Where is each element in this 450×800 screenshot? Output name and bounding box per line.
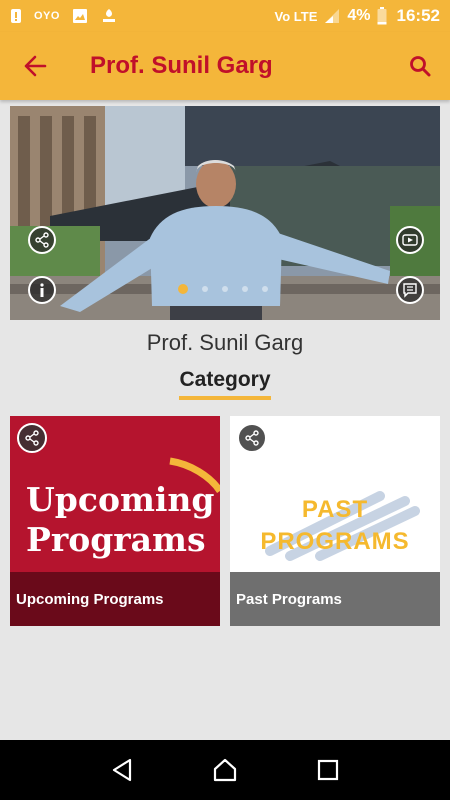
category-heading-label: Category (179, 368, 271, 400)
carousel-dot[interactable] (222, 286, 228, 292)
category-card-upcoming[interactable]: Upcoming Programs Upcoming Programs (10, 416, 220, 626)
share-button[interactable] (17, 423, 47, 453)
carousel-dots (178, 284, 268, 294)
info-button[interactable] (28, 276, 56, 304)
ovo-icon: OYO (34, 10, 60, 22)
category-heading: Category (0, 368, 450, 400)
message-button[interactable] (396, 276, 424, 304)
page-title: Prof. Sunil Garg (90, 52, 273, 79)
status-bar-notifications: OYO (10, 7, 118, 25)
square-icon (318, 759, 339, 781)
home-icon (213, 758, 237, 782)
status-bar: OYO Vo LTE 4% 16:52 (0, 0, 450, 32)
nav-back-button[interactable] (102, 750, 142, 790)
share-icon (25, 430, 39, 446)
battery-icon (377, 7, 387, 25)
category-card-past[interactable]: PAST PROGRAMS Past Programs (230, 416, 440, 626)
arrow-left-icon (24, 55, 47, 77)
profile-name: Prof. Sunil Garg (146, 330, 304, 355)
info-icon (40, 283, 44, 297)
card-caption: Past Programs (230, 572, 440, 626)
card-art-line: Upcoming (26, 480, 215, 519)
app-bar: Prof. Sunil Garg (0, 32, 450, 100)
back-button[interactable] (0, 32, 70, 100)
card-art-line: PAST (301, 496, 369, 523)
share-button[interactable] (237, 423, 267, 453)
network-label: Vo LTE (274, 8, 318, 24)
carousel-dot[interactable] (262, 286, 268, 292)
carousel-dot[interactable] (202, 286, 208, 292)
system-nav-bar (0, 740, 450, 800)
youtube-icon (402, 234, 418, 246)
triangle-back-icon (112, 758, 131, 782)
pepe-icon (102, 9, 115, 22)
battery-percent: 4% (347, 7, 371, 24)
signal-icon (325, 9, 340, 23)
card-artwork: PAST PROGRAMS (230, 494, 440, 558)
image-icon (72, 9, 87, 23)
card-art-line: PROGRAMS (260, 528, 410, 555)
search-icon (410, 56, 431, 77)
nav-home-button[interactable] (205, 750, 245, 790)
share-icon (245, 430, 259, 446)
card-artwork: Upcoming Programs (26, 480, 214, 560)
status-bar-system: Vo LTE 4% 16:52 (275, 6, 440, 26)
clock: 16:52 (396, 6, 440, 25)
nav-recents-button[interactable] (308, 750, 348, 790)
youtube-button[interactable] (396, 226, 424, 254)
share-icon (35, 232, 49, 248)
search-button[interactable] (390, 32, 450, 100)
share-button[interactable] (28, 226, 56, 254)
card-caption: Upcoming Programs (10, 572, 220, 626)
chat-icon (403, 283, 417, 298)
card-art-line: Programs (26, 520, 206, 559)
carousel-dot[interactable] (242, 286, 248, 292)
carousel-dot[interactable] (178, 284, 188, 294)
alert-icon (11, 9, 21, 23)
